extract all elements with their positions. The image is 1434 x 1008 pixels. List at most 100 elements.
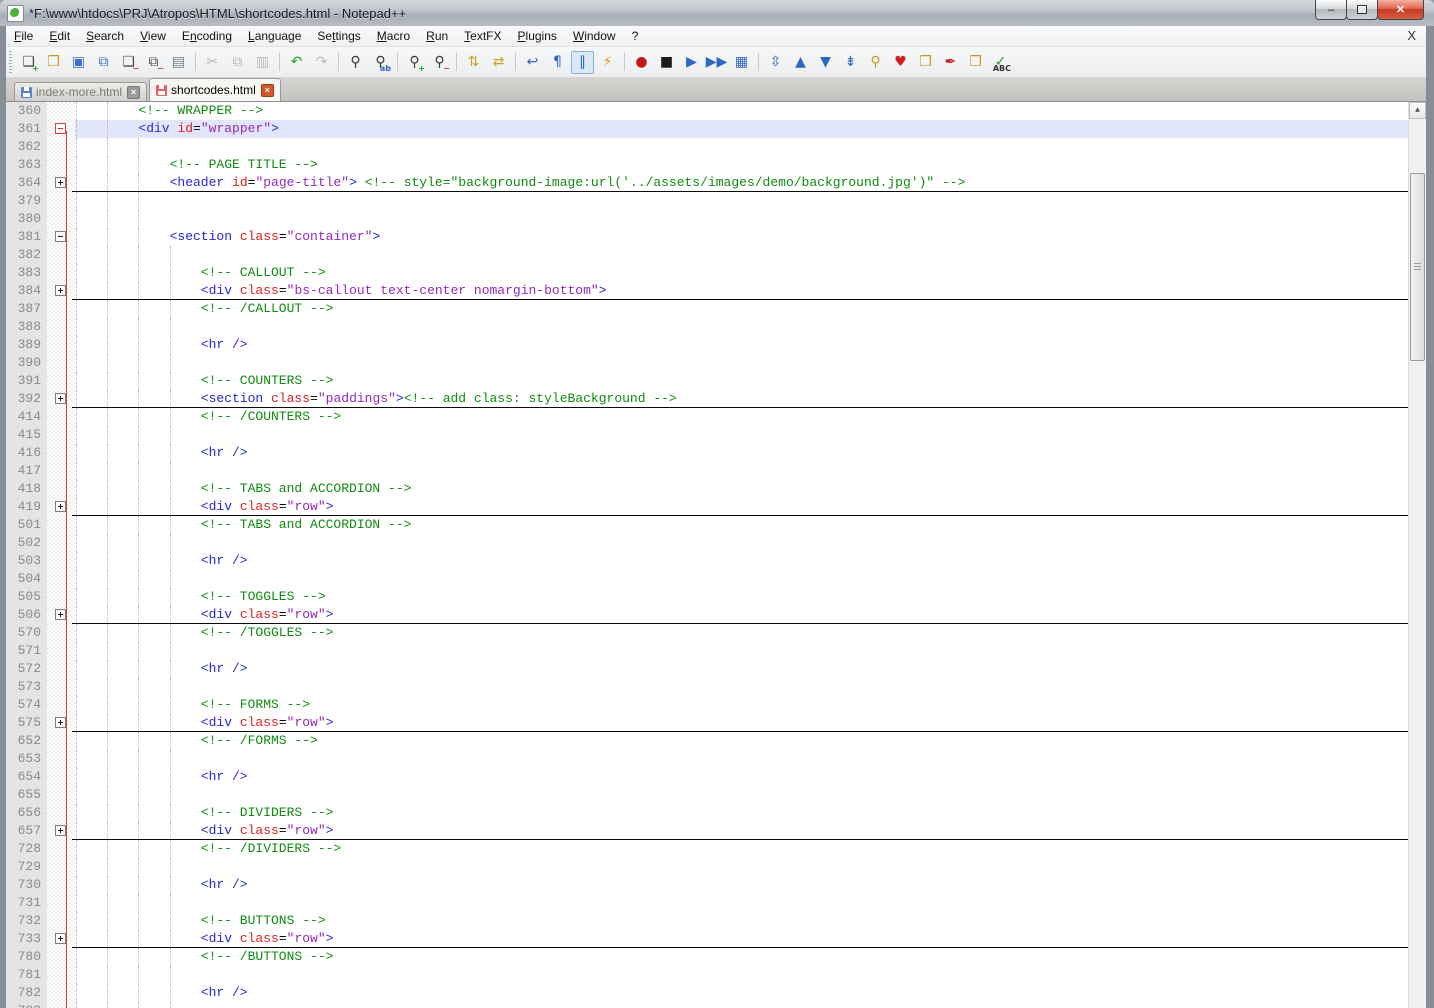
line-text[interactable]: <!-- COUNTERS --> [75,372,1409,390]
line-text[interactable] [75,426,1409,444]
line-text[interactable]: <hr /> [75,336,1409,354]
line-text[interactable] [75,786,1409,804]
line-text[interactable]: <!-- /BUTTONS --> [75,948,1409,966]
fold-up-icon[interactable]: ▲ [789,51,812,74]
line-text[interactable]: <hr /> [75,984,1409,1002]
line-text[interactable] [75,534,1409,552]
favorites-icon[interactable]: ♥ [889,51,912,74]
line-text[interactable]: <section class="container"> [75,228,1409,246]
line-text[interactable]: <!-- FORMS --> [75,696,1409,714]
line-number[interactable]: 503 [6,552,47,570]
line-text[interactable]: <div class="row"> [75,822,1409,840]
line-text[interactable] [75,570,1409,588]
fold-expand-icon[interactable] [55,501,66,512]
line-number[interactable]: 732 [6,912,47,930]
project-folder2-icon[interactable]: ❒ [964,51,987,74]
line-number[interactable]: 504 [6,570,47,588]
new-file-icon[interactable]: ❏ + [17,51,40,74]
line-number[interactable]: 387 [6,300,47,318]
code-area[interactable]: 360 <!-- WRAPPER --> 361 <div id="wrapper">… [6,102,1409,1008]
line-text[interactable] [75,966,1409,984]
line-number[interactable]: 362 [6,138,47,156]
line-text[interactable]: <!-- BUTTONS --> [75,912,1409,930]
line-text[interactable]: <hr /> [75,444,1409,462]
line-number[interactable]: 571 [6,642,47,660]
line-number[interactable]: 573 [6,678,47,696]
line-number[interactable]: 392 [6,390,47,408]
macro-save-icon[interactable]: ▦ [730,51,753,74]
line-number[interactable]: 363 [6,156,47,174]
line-text[interactable] [75,750,1409,768]
line-number[interactable]: 418 [6,480,47,498]
line-text[interactable] [75,642,1409,660]
line-number[interactable]: 416 [6,444,47,462]
macro-run-multiple-icon[interactable]: ▶▶ [705,51,728,74]
line-number[interactable]: 382 [6,246,47,264]
sync-scroll-horizontal-icon[interactable]: ⇄ [487,51,510,74]
line-text[interactable]: <hr /> [75,660,1409,678]
line-number[interactable]: 657 [6,822,47,840]
tab-close-icon[interactable]: × [260,83,274,97]
line-number[interactable]: 360 [6,102,47,120]
line-text[interactable] [75,210,1409,228]
undo-icon[interactable]: ↶ [285,51,308,74]
line-text[interactable]: <!-- CALLOUT --> [75,264,1409,282]
line-text[interactable]: <!-- /DIVIDERS --> [75,840,1409,858]
macro-play-icon[interactable]: ▶ [680,51,703,74]
cut-icon[interactable]: ✂ [201,51,224,74]
fold-collapse-icon[interactable] [55,231,66,242]
line-text[interactable]: <div class="row"> [75,606,1409,624]
menu-textfx[interactable]: TextFX [456,27,509,45]
menu-macro[interactable]: Macro [369,27,418,45]
minimize-button[interactable]: – [1315,0,1347,20]
menu-close-doc-x[interactable]: X [1403,27,1420,44]
tab-close-icon[interactable]: × [127,85,141,99]
doc-preview-icon[interactable]: ⚲ [864,51,887,74]
close-doc-icon[interactable]: ❏ − [117,51,140,74]
line-text[interactable] [75,192,1409,210]
pdf-export-icon[interactable]: ✒ [939,51,962,74]
line-number[interactable]: 419 [6,498,47,516]
line-number[interactable]: 780 [6,948,47,966]
line-text[interactable]: <div class="row"> [75,498,1409,516]
menu-run[interactable]: Run [418,27,456,45]
save-all-icon[interactable]: ⧉ [92,51,115,74]
save-icon[interactable]: ▣ [67,51,90,74]
copy-icon[interactable]: ⧉ [226,51,249,74]
line-number[interactable]: 652 [6,732,47,750]
line-text[interactable]: <!-- TABS and ACCORDION --> [75,516,1409,534]
line-number[interactable]: 380 [6,210,47,228]
line-number[interactable]: 388 [6,318,47,336]
line-text[interactable]: <!-- /COUNTERS --> [75,408,1409,426]
line-number[interactable]: 361 [6,120,47,138]
line-number[interactable]: 654 [6,768,47,786]
line-number[interactable]: 390 [6,354,47,372]
line-text[interactable] [75,894,1409,912]
scrollbar-thumb[interactable] [1410,173,1425,361]
line-text[interactable] [75,318,1409,336]
line-number[interactable]: 414 [6,408,47,426]
line-number[interactable]: 381 [6,228,47,246]
scroll-up-arrow-icon[interactable]: ▲ [1409,102,1426,119]
fold-expand-icon[interactable] [55,285,66,296]
line-number[interactable]: 574 [6,696,47,714]
line-number[interactable]: 782 [6,984,47,1002]
word-wrap-icon[interactable]: ↩ [521,51,544,74]
line-number[interactable]: 656 [6,804,47,822]
line-text[interactable]: <div class="bs-callout text-center nomar… [75,282,1409,300]
fold-expand-icon[interactable] [55,825,66,836]
line-text[interactable] [75,462,1409,480]
menu-view[interactable]: View [132,27,174,45]
menu-encoding[interactable]: Encoding [174,27,240,45]
line-number[interactable]: 364 [6,174,47,192]
line-text[interactable] [75,246,1409,264]
menu-settings[interactable]: Settings [309,27,368,45]
menu-language[interactable]: Language [240,27,309,45]
line-text[interactable]: <div class="row"> [75,930,1409,948]
line-text[interactable]: <!-- TABS and ACCORDION --> [75,480,1409,498]
doc-monitor-icon[interactable]: ⚡ [596,51,619,74]
zoom-out-icon[interactable]: ⚲ − [428,51,451,74]
line-number[interactable]: 729 [6,858,47,876]
zoom-in-icon[interactable]: ⚲ + [403,51,426,74]
line-text[interactable]: <div id="wrapper"> [75,120,1409,138]
